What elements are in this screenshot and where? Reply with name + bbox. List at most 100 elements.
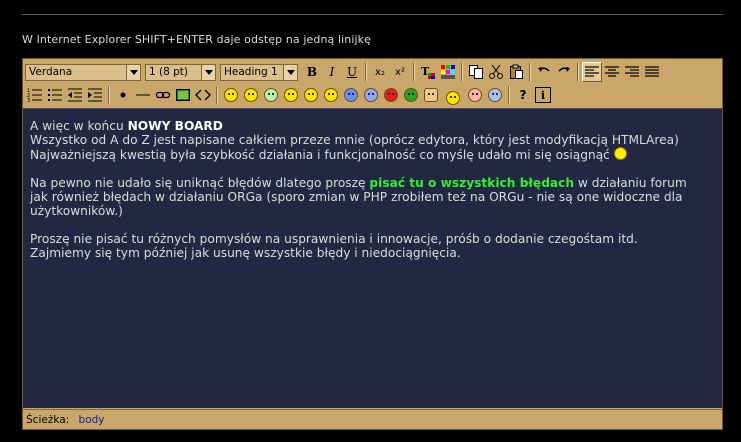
path-element-body[interactable]: body [79,414,105,426]
content-line: Proszę nie pisać tu różnych pomysłów na … [30,232,638,246]
content-text: A więc w końcu [30,119,128,133]
bold-button[interactable]: B [302,62,322,82]
help-button[interactable]: ? [513,85,533,105]
content-line: Wszystko od A do Z jest napisane całkiem… [30,133,679,147]
smile-icon [613,147,627,160]
outdent-icon [68,88,82,102]
content-bold-text: NOWY BOARD [127,119,223,133]
toolbar-row-1: Verdana 1 (8 pt) Heading 1 B I U x₂ x² T [25,61,662,83]
ordered-list-button[interactable]: 123 [25,85,45,105]
redo-button[interactable] [554,62,574,82]
smiley-teeth-button[interactable] [261,85,281,105]
shocked-icon [364,88,378,102]
insert-link-button[interactable] [153,85,173,105]
bullet-button[interactable] [113,85,133,105]
underline-button[interactable]: U [342,62,362,82]
text-color-button[interactable]: T [418,62,438,82]
toolbar-separator [216,86,218,104]
content-line: Zajmiemy się tym później jak usunę wszys… [30,246,461,260]
rolleyes-icon [324,88,338,102]
cut-button[interactable] [486,62,506,82]
html-source-button[interactable] [193,85,213,105]
bug-report-link[interactable]: pisać tu o wszystkich błędach [369,176,574,190]
about-button[interactable]: i [533,85,553,105]
toolbar-separator [461,63,463,81]
undo-button[interactable] [534,62,554,82]
smiley-confused-button[interactable] [301,85,321,105]
editor-hint: W Internet Explorer SHIFT+ENTER daje ods… [22,33,372,46]
smiley-fist-button[interactable] [421,85,441,105]
svg-text:3: 3 [27,98,30,103]
indent-icon [88,88,102,102]
italic-button[interactable]: I [322,62,342,82]
toolbar-separator [365,63,367,81]
align-left-icon [585,66,599,77]
grin-icon [244,88,258,102]
smiley-angry-button[interactable] [381,85,401,105]
align-justify-icon [645,66,659,77]
code-icon [195,89,211,101]
chevron-down-icon [126,64,140,80]
subscript-button[interactable]: x₂ [370,62,390,82]
highlight-color-button[interactable] [438,62,458,82]
align-right-icon [625,66,639,77]
smiley-worried-button[interactable] [485,85,505,105]
smiley-grin-button[interactable] [241,85,261,105]
outdent-button[interactable] [65,85,85,105]
sick-icon [404,88,418,102]
text-color-icon: T [421,65,435,79]
content-line: jak również błędach w działaniu ORGa (sp… [30,190,683,204]
smiley-sad-button[interactable] [341,85,361,105]
paste-button[interactable] [506,62,526,82]
ordered-list-icon: 123 [27,88,42,103]
top-divider [22,14,723,15]
align-left-button[interactable] [582,62,602,82]
superscript-button[interactable]: x² [390,62,410,82]
align-right-button[interactable] [622,62,642,82]
worried-icon [488,88,502,102]
bullet-list-icon [48,89,62,101]
indent-button[interactable] [85,85,105,105]
format-block-value: Heading 1 [224,65,278,78]
content-line: użytkowników.) [30,204,123,218]
unordered-list-button[interactable] [45,85,65,105]
align-justify-button[interactable] [642,62,662,82]
align-center-button[interactable] [602,62,622,82]
toolbar-separator [577,63,579,81]
content-line: Najważniejszą kwestią była szybkość dzia… [30,147,722,162]
horizontal-rule-button[interactable] [133,85,153,105]
content-text: Na pewno nie udało się uniknąć błędów dl… [30,176,370,190]
smiley-sick-button[interactable] [401,85,421,105]
editor-toolbar: Verdana 1 (8 pt) Heading 1 B I U x₂ x² T [23,59,722,108]
toolbar-separator [413,63,415,81]
font-family-select[interactable]: Verdana [25,63,141,81]
toolbar-row-2: 123 ? i [25,84,553,106]
undo-icon [538,67,550,72]
format-block-select[interactable]: Heading 1 [220,63,298,81]
teeth-icon [264,88,278,102]
editor-content-area[interactable]: A więc w końcu NOWY BOARD Wszystko od A … [23,108,722,408]
smiley-rolleyes-button[interactable] [321,85,341,105]
confused-icon [304,88,318,102]
redo-icon [558,67,570,72]
info-icon: i [535,87,551,103]
smiley-smile-button[interactable] [221,85,241,105]
content-line: A więc w końcu NOWY BOARD [30,119,722,133]
smiley-dance-button[interactable] [441,85,465,105]
smile-icon [224,88,238,102]
copy-button[interactable] [466,62,486,82]
sad-icon [344,88,358,102]
dance-icon [446,91,460,105]
smiley-shocked-button[interactable] [361,85,381,105]
horizontal-rule-icon [136,94,150,96]
insert-image-button[interactable] [173,85,193,105]
copy-icon [469,65,483,79]
content-line: Na pewno nie udało się uniknąć błędów dl… [30,176,722,190]
font-size-select[interactable]: 1 (8 pt) [145,63,216,81]
smiley-cool-button[interactable] [465,85,485,105]
smiley-thinking-button[interactable] [281,85,301,105]
editor-statusbar: Ścieżka: body [23,409,722,429]
toolbar-separator [108,86,110,104]
wysiwyg-editor: Verdana 1 (8 pt) Heading 1 B I U x₂ x² T [22,58,723,430]
